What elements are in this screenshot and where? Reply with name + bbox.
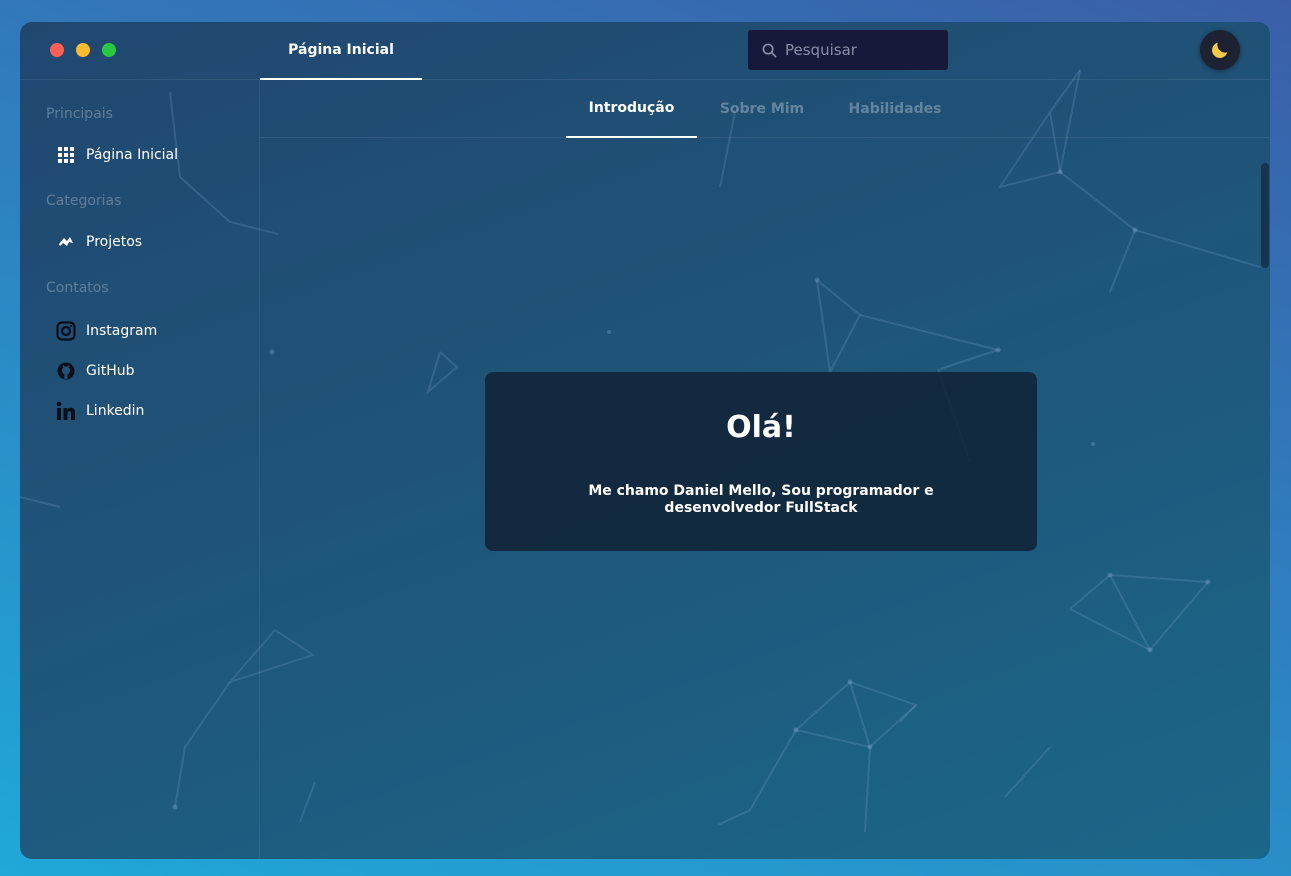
maximize-window-button[interactable]: [102, 43, 116, 57]
projects-icon: [56, 232, 76, 252]
sidebar-item-label: GitHub: [86, 363, 135, 379]
search-box[interactable]: [748, 30, 948, 70]
tab-introducao[interactable]: Introdução: [566, 80, 697, 138]
github-icon: [56, 361, 76, 381]
search-input[interactable]: [785, 41, 935, 59]
sidebar-item-linkedin[interactable]: Linkedin: [56, 399, 144, 423]
sidebar-item-pagina-inicial[interactable]: Página Inicial: [56, 143, 178, 167]
close-window-button[interactable]: [50, 43, 64, 57]
window-controls: [50, 43, 116, 57]
instagram-icon: [56, 321, 76, 341]
moon-icon: [1212, 42, 1228, 58]
search-icon: [762, 43, 777, 57]
section-title-contatos: Contatos: [46, 280, 109, 296]
sidebar-item-github[interactable]: GitHub: [56, 359, 135, 383]
theme-toggle-button[interactable]: [1200, 30, 1240, 70]
sidebar-item-label: Linkedin: [86, 403, 145, 419]
grid-icon: [56, 145, 76, 165]
sidebar-item-label: Página Inicial: [86, 147, 179, 163]
section-title-categorias: Categorias: [46, 193, 122, 209]
card-heading: Olá!: [726, 410, 796, 445]
app-window: Página Inicial Principais Pág: [20, 22, 1270, 859]
sidebar: Principais Página Inicial Categorias Pro…: [20, 80, 260, 859]
tab-pagina-inicial[interactable]: Página Inicial: [260, 22, 422, 80]
title-bar: Página Inicial: [20, 22, 1270, 80]
card-text: Me chamo Daniel Mello, Sou programador e…: [588, 483, 934, 516]
sidebar-item-instagram[interactable]: Instagram: [56, 319, 157, 343]
sidebar-item-projetos[interactable]: Projetos: [56, 230, 142, 254]
tab-sobre-mim[interactable]: Sobre Mim: [707, 80, 817, 138]
sidebar-item-label: Instagram: [86, 323, 158, 339]
linkedin-icon: [56, 401, 76, 421]
sidebar-item-label: Projetos: [86, 234, 143, 250]
minimize-window-button[interactable]: [76, 43, 90, 57]
section-title-principais: Principais: [46, 106, 113, 122]
scrollbar-thumb[interactable]: [1261, 163, 1269, 268]
tab-habilidades[interactable]: Habilidades: [835, 80, 955, 138]
intro-card: Olá! Me chamo Daniel Mello, Sou programa…: [485, 372, 1037, 551]
content-tabs: Introdução Sobre Mim Habilidades: [260, 80, 1270, 138]
